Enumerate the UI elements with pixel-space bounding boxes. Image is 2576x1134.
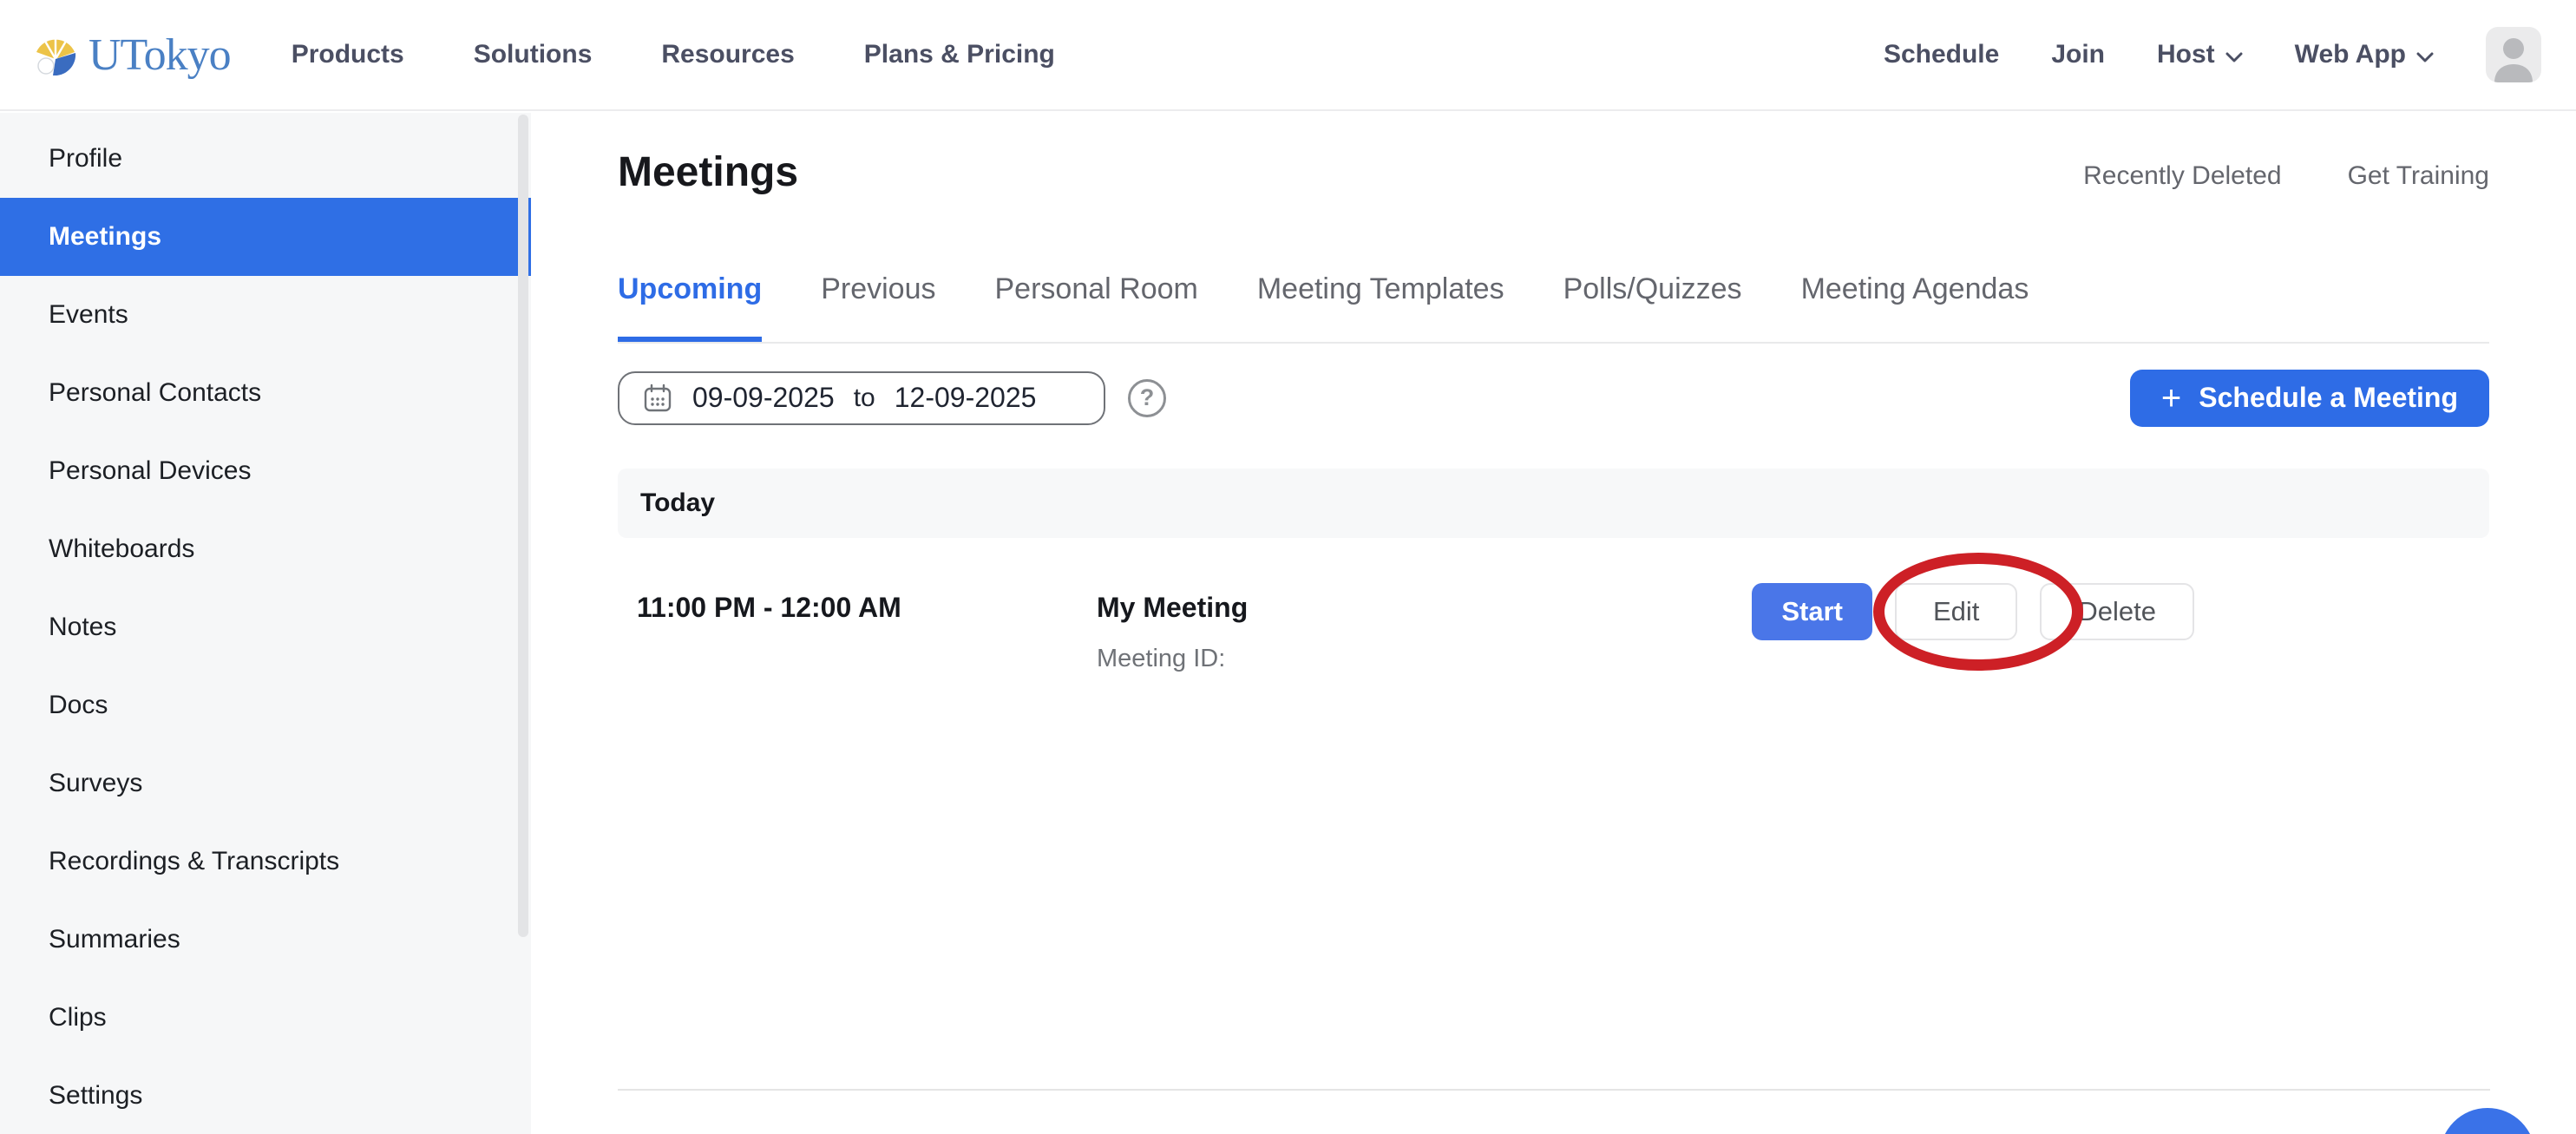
sidebar-item-recordings-transcripts[interactable]: Recordings & Transcripts: [0, 823, 531, 901]
date-start-value[interactable]: 09-09-2025: [692, 382, 835, 414]
sidebar-item-events[interactable]: Events: [0, 276, 531, 354]
nav-item-resources[interactable]: Resources: [661, 40, 794, 69]
date-range-picker[interactable]: 09-09-2025 to 12-09-2025: [618, 371, 1105, 425]
page-title: Meetings: [618, 147, 798, 198]
top-header: UTokyo Products Solutions Resources Plan…: [0, 0, 2576, 111]
sidebar-item-meetings[interactable]: Meetings: [0, 198, 531, 276]
today-group-header: Today: [618, 469, 2489, 538]
host-menu[interactable]: Host: [2157, 40, 2243, 69]
tab-personal-room[interactable]: Personal Room: [995, 274, 1198, 342]
tab-previous[interactable]: Previous: [821, 274, 935, 342]
schedule-a-meeting-label: Schedule a Meeting: [2199, 382, 2458, 414]
web-app-menu-label: Web App: [2295, 40, 2406, 69]
tab-upcoming[interactable]: Upcoming: [618, 274, 762, 342]
avatar[interactable]: [2486, 27, 2541, 82]
delete-button[interactable]: Delete: [2040, 583, 2194, 640]
join-link[interactable]: Join: [2051, 40, 2105, 69]
join-link-label: Join: [2051, 40, 2105, 69]
meeting-list-divider: [618, 1089, 2490, 1091]
sidebar-item-whiteboards[interactable]: Whiteboards: [0, 510, 531, 588]
sidebar-item-clips[interactable]: Clips: [0, 979, 531, 1057]
sidebar-scrollbar[interactable]: [518, 115, 528, 937]
date-separator: to: [854, 383, 875, 413]
web-app-menu[interactable]: Web App: [2295, 40, 2434, 69]
tab-polls-quizzes[interactable]: Polls/Quizzes: [1563, 274, 1742, 342]
logo-wordmark: UTokyo: [88, 29, 231, 81]
sidebar-item-docs[interactable]: Docs: [0, 666, 531, 744]
start-button[interactable]: Start: [1752, 583, 1872, 640]
schedule-link[interactable]: Schedule: [1884, 40, 1999, 69]
today-label: Today: [640, 488, 715, 518]
meeting-row: 11:00 PM - 12:00 AM My Meeting Meeting I…: [618, 583, 2489, 673]
page: UTokyo Products Solutions Resources Plan…: [0, 0, 2576, 1134]
meeting-actions: Start Edit Delete: [1752, 583, 2194, 640]
filter-row: 09-09-2025 to 12-09-2025 ? + Schedule a …: [618, 370, 2489, 427]
chevron-down-icon: [2225, 52, 2243, 62]
schedule-link-label: Schedule: [1884, 40, 1999, 69]
calendar-icon: [642, 383, 673, 414]
recently-deleted-link[interactable]: Recently Deleted: [2083, 161, 2281, 191]
get-training-link[interactable]: Get Training: [2348, 161, 2489, 191]
utokyo-logo-icon: [35, 34, 76, 75]
sidebar: Profile Meetings Events Personal Contact…: [0, 113, 531, 1134]
nav-item-products[interactable]: Products: [292, 40, 404, 69]
chevron-down-icon: [2416, 52, 2434, 62]
person-icon: [2486, 27, 2541, 82]
utokyo-logo[interactable]: UTokyo: [35, 29, 231, 81]
tab-meeting-templates[interactable]: Meeting Templates: [1257, 274, 1504, 342]
schedule-a-meeting-button[interactable]: + Schedule a Meeting: [2130, 370, 2489, 427]
meeting-time: 11:00 PM - 12:00 AM: [637, 583, 1097, 624]
header-links: Recently Deleted Get Training: [2083, 161, 2489, 198]
sidebar-item-surveys[interactable]: Surveys: [0, 744, 531, 823]
meeting-info: My Meeting Meeting ID:: [1097, 583, 1248, 673]
date-end-value[interactable]: 12-09-2025: [895, 382, 1037, 414]
meeting-title[interactable]: My Meeting: [1097, 583, 1248, 624]
meeting-id-label: Meeting ID:: [1097, 645, 1248, 673]
host-menu-label: Host: [2157, 40, 2215, 69]
plus-icon: +: [2161, 383, 2181, 414]
edit-button[interactable]: Edit: [1895, 583, 2017, 640]
sidebar-item-personal-contacts[interactable]: Personal Contacts: [0, 354, 531, 432]
sidebar-item-settings[interactable]: Settings: [0, 1057, 531, 1134]
header-actions: Schedule Join Host Web App: [1884, 27, 2541, 82]
help-icon[interactable]: ?: [1128, 379, 1166, 417]
meetings-tabs: Upcoming Previous Personal Room Meeting …: [618, 274, 2489, 344]
main-content: Meetings Recently Deleted Get Training U…: [531, 113, 2576, 1134]
sidebar-item-personal-devices[interactable]: Personal Devices: [0, 432, 531, 510]
sidebar-item-summaries[interactable]: Summaries: [0, 901, 531, 979]
sidebar-item-profile[interactable]: Profile: [0, 120, 531, 198]
nav-item-plans-pricing[interactable]: Plans & Pricing: [864, 40, 1055, 69]
tab-meeting-agendas[interactable]: Meeting Agendas: [1801, 274, 2029, 342]
main-header-row: Meetings Recently Deleted Get Training: [618, 147, 2489, 198]
sidebar-item-notes[interactable]: Notes: [0, 588, 531, 666]
primary-nav: Products Solutions Resources Plans & Pri…: [292, 40, 1055, 69]
nav-item-solutions[interactable]: Solutions: [474, 40, 593, 69]
